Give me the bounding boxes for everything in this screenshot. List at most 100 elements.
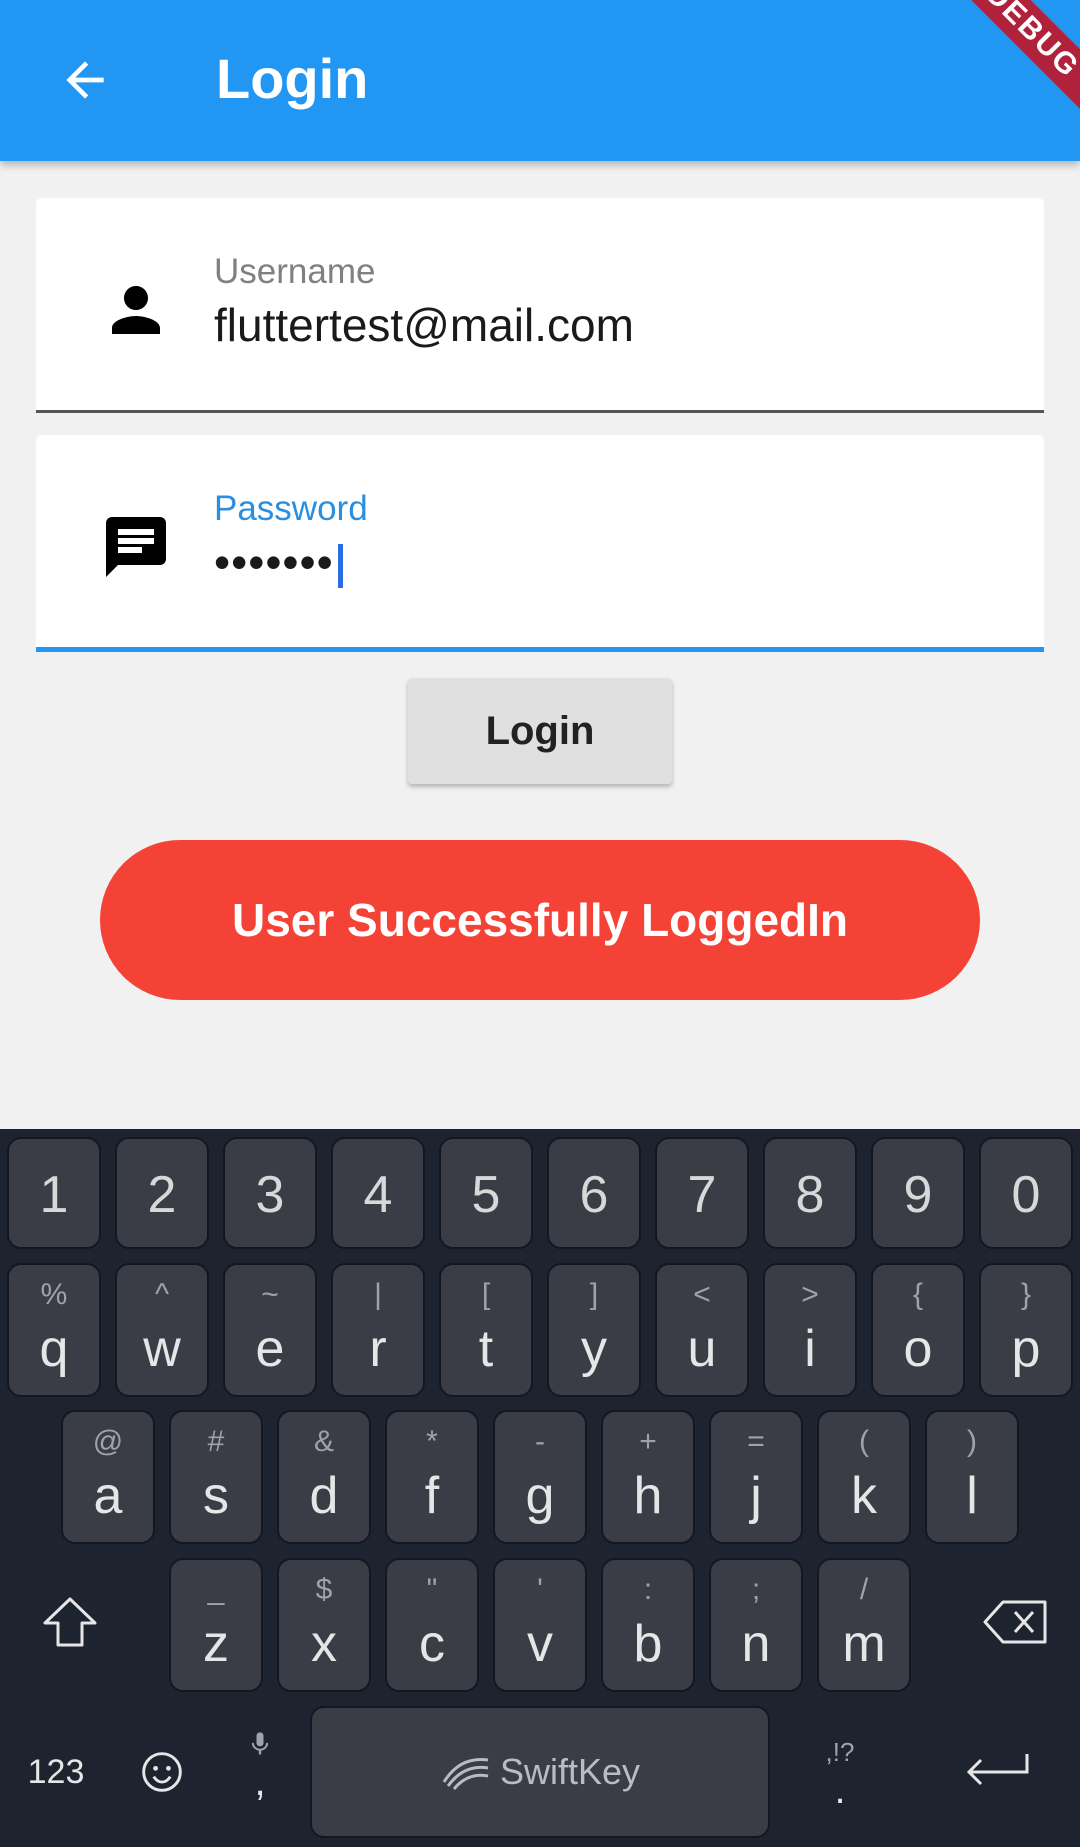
period-key[interactable]: ,!? . — [800, 1716, 880, 1832]
key-w[interactable]: ^ w — [115, 1263, 209, 1397]
key-r-secondary: | — [374, 1278, 382, 1311]
key-r[interactable]: | r — [331, 1263, 425, 1397]
key-p-label: p — [1011, 1320, 1041, 1378]
key-p[interactable]: } p — [979, 1263, 1073, 1397]
key-u[interactable]: < u — [655, 1263, 749, 1397]
key-q[interactable]: % q — [7, 1263, 101, 1397]
key-b[interactable]: :b — [601, 1558, 695, 1692]
key-7-label: 7 — [687, 1166, 717, 1224]
username-input[interactable]: fluttertest@mail.com — [214, 298, 634, 352]
key-y[interactable]: ] y — [547, 1263, 641, 1397]
comma-label: , — [254, 1760, 266, 1804]
key-i[interactable]: > i — [763, 1263, 857, 1397]
key-9[interactable]: 9 — [871, 1137, 965, 1249]
key-e-secondary: ~ — [261, 1278, 279, 1311]
key-8-label: 8 — [795, 1166, 825, 1224]
text-cursor — [337, 543, 343, 588]
key-g[interactable]: -g — [493, 1410, 587, 1544]
key-l-secondary: ) — [967, 1425, 977, 1458]
arrow-back-icon — [66, 61, 104, 99]
key-z-label: z — [203, 1615, 229, 1673]
key-a-label: a — [93, 1467, 123, 1525]
message-icon — [106, 517, 166, 577]
key-j-label: j — [750, 1467, 762, 1525]
key-f[interactable]: * f — [385, 1410, 479, 1544]
key-c[interactable]: " c — [385, 1558, 479, 1692]
key-6[interactable]: 6 — [547, 1137, 641, 1249]
person-icon — [112, 286, 160, 334]
key-j[interactable]: = j — [709, 1410, 803, 1544]
key-k-secondary: ( — [859, 1425, 869, 1458]
key-w-label: w — [143, 1320, 181, 1378]
space-bar[interactable]: SwiftKey — [310, 1706, 770, 1838]
swiftkey-label: SwiftKey — [499, 1751, 641, 1792]
key-g-label: g — [525, 1467, 555, 1525]
emoji-key[interactable] — [120, 1720, 204, 1824]
key-f-label: f — [424, 1467, 440, 1525]
key-2[interactable]: 2 — [115, 1137, 209, 1249]
key-i-secondary: > — [801, 1278, 819, 1311]
key-6-label: 6 — [579, 1166, 609, 1224]
key-v-secondary: ' — [537, 1573, 543, 1606]
username-field[interactable]: Username fluttertest@mail.com — [36, 198, 1044, 413]
app-bar: Login DEBUG — [0, 0, 1080, 161]
login-button[interactable]: Login — [408, 678, 672, 784]
password-value: ••••••• — [214, 536, 334, 588]
key-8[interactable]: 8 — [763, 1137, 857, 1249]
key-q-secondary: % — [40, 1278, 68, 1311]
key-w-secondary: ^ — [154, 1278, 170, 1311]
key-z-secondary: _ — [207, 1573, 225, 1606]
key-z[interactable]: _ z — [169, 1558, 263, 1692]
key-x-label: x — [311, 1615, 337, 1673]
swiftkey-logo: SwiftKey — [440, 1751, 640, 1793]
shift-key[interactable] — [20, 1568, 120, 1676]
key-h[interactable]: + h — [601, 1410, 695, 1544]
key-x-secondary: $ — [315, 1573, 333, 1606]
key-h-secondary: + — [639, 1425, 657, 1458]
comma-key[interactable]: , — [220, 1700, 300, 1828]
username-label: Username — [214, 252, 376, 291]
key-0[interactable]: 0 — [979, 1137, 1073, 1249]
key-g-secondary: - — [535, 1425, 545, 1458]
key-n[interactable]: ; n — [709, 1558, 803, 1692]
key-1-label: 1 — [39, 1166, 69, 1224]
key-4[interactable]: 4 — [331, 1137, 425, 1249]
key-l-label: l — [966, 1467, 978, 1525]
key-5[interactable]: 5 — [439, 1137, 533, 1249]
key-t[interactable]: [t — [439, 1263, 533, 1397]
password-input[interactable]: ••••••• — [214, 535, 343, 589]
key-3[interactable]: 3 — [223, 1137, 317, 1249]
key-x[interactable]: $ x — [277, 1558, 371, 1692]
key-r-label: r — [369, 1320, 387, 1378]
key-2-label: 2 — [147, 1166, 177, 1224]
password-field[interactable]: Password ••••••• — [36, 435, 1044, 652]
period-label: . — [834, 1767, 846, 1812]
key-m-label: m — [842, 1615, 886, 1673]
microphone-icon — [251, 1732, 269, 1755]
key-1[interactable]: 1 — [7, 1137, 101, 1249]
key-t-secondary: [ — [481, 1278, 491, 1311]
key-d[interactable]: & d — [277, 1410, 371, 1544]
key-o[interactable]: {o — [871, 1263, 965, 1397]
key-a[interactable]: @ a — [61, 1410, 155, 1544]
key-v[interactable]: ' v — [493, 1558, 587, 1692]
key-k[interactable]: (k — [817, 1410, 911, 1544]
key-m[interactable]: / m — [817, 1558, 911, 1692]
key-4-label: 4 — [363, 1166, 393, 1224]
key-e[interactable]: ~ e — [223, 1263, 317, 1397]
key-o-secondary: { — [912, 1278, 924, 1311]
key-a-secondary: @ — [92, 1425, 124, 1458]
key-u-secondary: < — [693, 1278, 711, 1311]
key-3-label: 3 — [255, 1166, 285, 1224]
backspace-key[interactable] — [966, 1568, 1066, 1676]
key-n-secondary: ; — [751, 1573, 761, 1606]
key-l[interactable]: ) l — [925, 1410, 1019, 1544]
enter-key[interactable] — [946, 1716, 1046, 1826]
numbers-key[interactable]: 123 — [8, 1720, 104, 1824]
key-b-label: b — [633, 1615, 663, 1673]
key-s[interactable]: # s — [169, 1410, 263, 1544]
key-7[interactable]: 7 — [655, 1137, 749, 1249]
back-button[interactable] — [50, 45, 120, 115]
key-t-label: t — [478, 1320, 494, 1378]
key-c-secondary: " — [426, 1573, 438, 1606]
